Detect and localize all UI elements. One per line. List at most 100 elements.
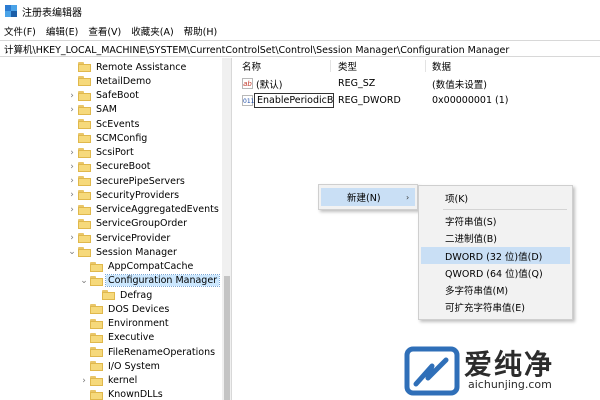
tree-item[interactable]: › kernel xyxy=(0,374,222,388)
expand-chevron-icon[interactable]: › xyxy=(68,146,76,160)
submenu-arrow-icon: › xyxy=(406,192,410,202)
folder-icon xyxy=(90,375,103,386)
folder-icon xyxy=(78,62,91,72)
new-key-label: 项(K) xyxy=(445,193,469,205)
new-dword-value-item[interactable]: DWORD (32 位)值(D) xyxy=(421,247,570,264)
new-string-value-item[interactable]: 字符串值(S) xyxy=(421,212,570,229)
tree-scroll-thumb[interactable] xyxy=(224,276,230,400)
tree-item-label: Environment xyxy=(108,318,169,329)
tree-item[interactable]: › ServiceProvider xyxy=(0,231,222,245)
tree-item-label: kernel xyxy=(108,375,138,386)
column-header-name[interactable]: 名称 xyxy=(242,59,261,73)
folder-icon xyxy=(78,190,91,201)
tree-item[interactable]: › SAM xyxy=(0,103,222,117)
rename-input[interactable]: EnablePeriodicB... xyxy=(254,93,334,108)
context-menu: 新建(N) › xyxy=(318,184,418,210)
new-qword-value-item[interactable]: QWORD (64 位)值(Q) xyxy=(421,264,570,281)
tree-item-label: SecurityProviders xyxy=(96,189,180,201)
tree-item[interactable]: › SecureBoot xyxy=(0,160,222,174)
expand-chevron-icon[interactable]: › xyxy=(68,231,76,245)
collapse-chevron-icon[interactable]: ⌄ xyxy=(80,274,88,288)
tree-vertical-scrollbar[interactable] xyxy=(222,58,231,400)
tree-item[interactable]: Executive xyxy=(0,331,222,345)
tree-item-label: ScsiPort xyxy=(96,147,134,158)
new-submenu: 项(K) 字符串值(S) 二进制值(B) DWORD (32 位)值(D) QW… xyxy=(418,185,573,320)
context-menu-new[interactable]: 新建(N) › xyxy=(321,188,415,206)
folder-icon xyxy=(78,161,91,172)
collapse-chevron-icon[interactable]: ⌄ xyxy=(68,245,76,259)
expand-chevron-icon[interactable]: › xyxy=(68,160,76,174)
new-multi-string-value-label: 多字符串值(M) xyxy=(445,285,509,297)
value-data: 0x00000001 (1) xyxy=(432,95,509,106)
watermark-text: 爱纯净 xyxy=(464,348,555,381)
tree-item[interactable]: SCMConfig xyxy=(0,131,222,145)
new-binary-value-item[interactable]: 二进制值(B) xyxy=(421,229,570,246)
tree-item[interactable]: ⌄ Configuration Manager xyxy=(0,274,222,288)
menu-file[interactable]: 文件(F) xyxy=(4,24,36,38)
menu-bar: 文件(F) 编辑(E) 查看(V) 收藏夹(A) 帮助(H) xyxy=(0,22,600,39)
tree-item[interactable]: Remote Assistance xyxy=(0,60,222,74)
tree-item-label: ServiceAggregatedEvents xyxy=(96,204,219,215)
menu-edit[interactable]: 编辑(E) xyxy=(46,24,78,38)
title-bar: 注册表编辑器 xyxy=(0,0,600,22)
tree-item-label: FileRenameOperations xyxy=(108,346,216,358)
folder-icon xyxy=(78,247,91,258)
column-header-type[interactable]: 类型 xyxy=(338,59,357,73)
folder-icon xyxy=(90,261,103,272)
expand-chevron-icon[interactable]: › xyxy=(68,203,76,217)
expand-chevron-icon[interactable]: › xyxy=(68,103,76,117)
tree-item-label: Defrag xyxy=(120,289,153,301)
tree-item-label: DOS Devices xyxy=(108,303,170,315)
folder-icon xyxy=(90,347,103,357)
expand-chevron-icon[interactable]: › xyxy=(68,188,76,202)
tree-item-label: Executive xyxy=(108,332,155,344)
expand-chevron-icon[interactable]: › xyxy=(68,89,76,103)
expand-chevron-icon[interactable]: › xyxy=(68,174,76,188)
tree-item[interactable]: Defrag xyxy=(0,288,222,302)
menu-help[interactable]: 帮助(H) xyxy=(184,24,218,38)
expand-chevron-icon xyxy=(80,388,88,400)
tree-item-label: SecureBoot xyxy=(96,161,151,173)
menu-view[interactable]: 查看(V) xyxy=(88,24,121,38)
tree-item[interactable]: › SecurityProviders xyxy=(0,188,222,202)
tree-item[interactable]: RetailDemo xyxy=(0,74,222,88)
tree-item[interactable]: › ServiceAggregatedEvents xyxy=(0,203,222,217)
new-multi-string-value-item[interactable]: 多字符串值(M) xyxy=(421,281,570,298)
folder-icon xyxy=(78,176,91,186)
folder-icon xyxy=(78,104,91,115)
new-expandable-string-value-item[interactable]: 可扩充字符串值(E) xyxy=(421,298,570,315)
tree-item[interactable]: ServiceGroupOrder xyxy=(0,217,222,231)
value-row-default[interactable]: ab (默认) REG_SZ (数值未设置) xyxy=(233,76,600,91)
value-row-enableperiodic[interactable]: 011 EnablePeriodicB... REG_DWORD 0x00000… xyxy=(233,93,600,108)
expand-chevron-icon[interactable]: › xyxy=(80,374,88,388)
menu-favorites[interactable]: 收藏夹(A) xyxy=(131,24,173,38)
tree-item[interactable]: DOS Devices xyxy=(0,302,222,316)
expand-chevron-icon xyxy=(80,317,88,331)
tree-item[interactable]: › SecurePipeServers xyxy=(0,174,222,188)
tree-item[interactable]: I/O System xyxy=(0,359,222,373)
tree-item[interactable]: › SafeBoot xyxy=(0,89,222,103)
expand-chevron-icon xyxy=(80,302,88,316)
tree-item[interactable]: AppCompatCache xyxy=(0,260,222,274)
list-header: 名称 类型 数据 xyxy=(233,58,600,74)
tree-item-label: Session Manager xyxy=(96,246,177,258)
binary-value-icon: 011 xyxy=(242,95,254,106)
folder-icon xyxy=(78,133,91,144)
folder-icon xyxy=(90,304,103,315)
folder-icon xyxy=(90,275,103,286)
tree-item-label: SecurePipeServers xyxy=(96,175,185,187)
tree-item-label: ServiceProvider xyxy=(96,232,171,244)
folder-icon xyxy=(78,90,91,101)
tree-item[interactable]: › ScsiPort xyxy=(0,146,222,160)
expand-chevron-icon xyxy=(80,331,88,345)
tree-item-label: AppCompatCache xyxy=(108,261,194,272)
tree-item[interactable]: Environment xyxy=(0,317,222,331)
tree-item[interactable]: ScEvents xyxy=(0,117,222,131)
new-key-item[interactable]: 项(K) xyxy=(421,189,570,206)
column-header-data[interactable]: 数据 xyxy=(432,59,451,73)
address-bar[interactable]: 计算机\HKEY_LOCAL_MACHINE\SYSTEM\CurrentCon… xyxy=(0,40,600,57)
tree-item[interactable]: ⌄ Session Manager xyxy=(0,245,222,259)
tree-item[interactable]: FileRenameOperations xyxy=(0,345,222,359)
tree-item[interactable]: KnownDLLs xyxy=(0,388,222,400)
folder-icon xyxy=(78,204,91,215)
